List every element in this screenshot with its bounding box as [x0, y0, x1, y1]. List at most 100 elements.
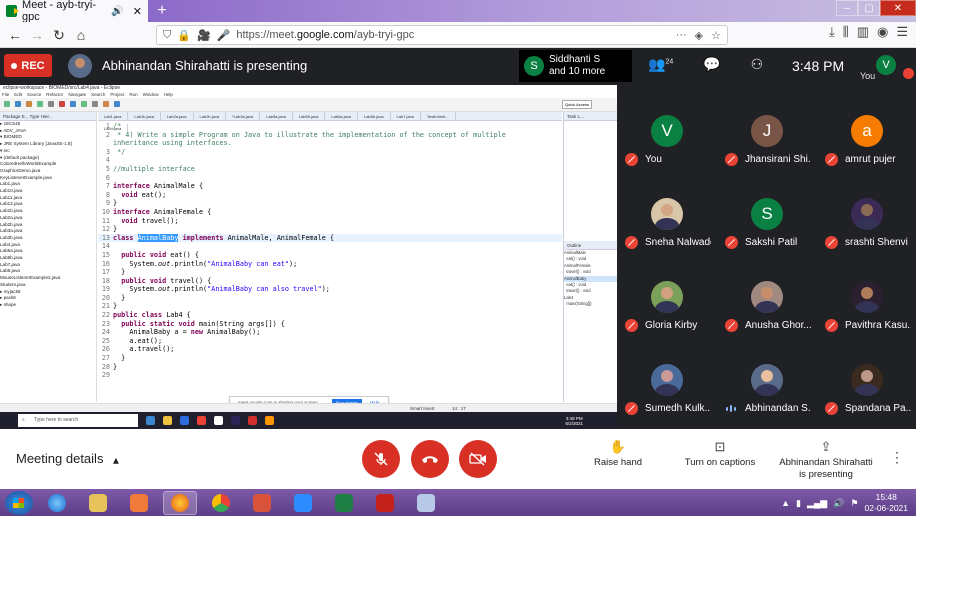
tray-arrow-icon[interactable]: ▲ — [781, 498, 790, 508]
browser-tab-bar: Meet - ayb-tryi-gpc 🔊 ✕ + – ▢ ✕ — [0, 0, 916, 23]
minimize-button[interactable]: – — [836, 0, 858, 16]
chat-icon[interactable]: 💬 — [703, 56, 720, 73]
taskbar-ie[interactable] — [40, 491, 74, 515]
taskbar-paint[interactable] — [409, 491, 443, 515]
taskbar-impress[interactable] — [245, 491, 279, 515]
taskbar-excel[interactable] — [327, 491, 361, 515]
participant-tile[interactable]: Gloria Kirby — [620, 268, 712, 348]
leave-call-button[interactable] — [411, 440, 449, 478]
speaker-icon[interactable]: 🔊 — [111, 6, 123, 17]
forward-icon[interactable]: → — [26, 24, 48, 46]
editor-tab: Lab1.java — [98, 112, 129, 120]
editor-tab: *Lab3a.java — [226, 112, 261, 120]
taskbar-chrome[interactable] — [204, 491, 238, 515]
mic-toggle-button[interactable] — [362, 440, 400, 478]
present-screen-icon: ⇪ — [820, 439, 832, 454]
back-icon[interactable]: ← — [4, 24, 26, 46]
taskbar-acrobat[interactable] — [368, 491, 402, 515]
menu-icon[interactable]: ☰ — [896, 24, 908, 40]
sidebar-icon[interactable]: ▥ — [857, 24, 869, 40]
mic-off-icon — [725, 153, 738, 166]
participant-name: Sakshi Patil — [745, 237, 798, 248]
tree-item: ▸ ADV_JAVA — [0, 127, 27, 133]
lock-icon[interactable]: 🔒 — [177, 29, 191, 42]
close-window-button[interactable]: ✕ — [880, 0, 916, 16]
pdf-icon — [376, 493, 394, 512]
shield-icon[interactable]: ⛉ — [163, 29, 171, 42]
taskbar-media[interactable] — [122, 491, 156, 515]
taskbar-explorer[interactable] — [81, 491, 115, 515]
page-actions-icon[interactable]: ··· — [676, 29, 687, 42]
activities-icon[interactable]: ⚇ — [751, 56, 764, 73]
mic-off-icon — [825, 236, 838, 249]
participant-tile[interactable]: J Jhansirani Shi... — [720, 102, 812, 182]
mic-permission-icon[interactable]: 🎤 — [217, 29, 231, 42]
chevron-up-icon: ▼ — [111, 455, 122, 466]
new-tab-button[interactable]: + — [152, 0, 172, 22]
tree-item: Lab3a.java — [0, 228, 23, 234]
firefox-icon — [265, 416, 274, 425]
bookmark-star-icon[interactable]: ☆ — [711, 29, 721, 42]
start-button[interactable] — [5, 490, 33, 515]
participant-tile[interactable]: Spandana Pa... — [820, 351, 912, 431]
address-bar[interactable]: ⛉ 🔒 🎥 🎤 https://meet.google.com/ayb-tryi… — [156, 25, 728, 45]
shared-screen: eclipse-workspace - BIOMED/src/Lab4.java… — [0, 85, 617, 429]
tree-item: GraphicsDemo.java — [0, 167, 41, 173]
participant-avatar: S — [751, 198, 783, 230]
folder-icon — [163, 416, 172, 425]
shared-clock: 3:48 PM 6/2/2021 — [565, 415, 583, 426]
presenting-button[interactable]: ⇪ Abhinandan Shirahatti is presenting — [778, 439, 874, 481]
participant-name: Spandana Pa... — [845, 403, 911, 414]
browser-nav-bar: ← → ↻ ⌂ ⛉ 🔒 🎥 🎤 https://meet.google.com/… — [0, 22, 916, 48]
participant-tile[interactable]: Abhinandan S... — [720, 351, 812, 431]
account-icon[interactable]: ◉ — [877, 24, 888, 40]
taskbar-firefox[interactable] — [163, 490, 197, 515]
close-tab-icon[interactable]: ✕ — [133, 5, 142, 18]
participant-tile[interactable]: Sumedh Kulk... — [620, 351, 712, 431]
maximize-button[interactable]: ▢ — [858, 0, 880, 16]
participant-tile[interactable]: Sneha Nalwade — [620, 185, 712, 265]
toolbar-icon — [15, 101, 21, 107]
meeting-details-button[interactable]: Meeting details ▼ — [16, 451, 121, 466]
more-options-icon[interactable]: ⋮ — [890, 449, 904, 466]
tray-clock[interactable]: 15:48 02-06-2021 — [865, 492, 908, 514]
toolbar-icon — [92, 101, 98, 107]
self-avatar: V — [876, 55, 896, 75]
library-icon[interactable]: ⫼ — [843, 24, 849, 40]
media-icon — [130, 493, 148, 512]
url-text[interactable]: https://meet.google.com/ayb-tryi-gpc — [236, 29, 414, 41]
participant-tile[interactable]: S Sakshi Patil — [720, 185, 812, 265]
download-icon[interactable]: ⤓ — [829, 24, 835, 40]
right-panels: Task L... Outline AnimalMale eat() : voi… — [563, 112, 617, 402]
taskbar-zoom[interactable] — [286, 491, 320, 515]
notification-flag-icon[interactable]: ⚑ — [850, 498, 858, 509]
tree-item: ▾ BIOMED — [0, 134, 22, 140]
presenter-avatar — [68, 54, 92, 78]
browser-tab[interactable]: Meet - ayb-tryi-gpc 🔊 ✕ — [0, 0, 148, 23]
editor-tab: Lab6b.java — [358, 112, 391, 120]
tree-item: Lab1b.java — [0, 208, 23, 214]
participant-tile[interactable]: Anusha Ghor... — [720, 268, 812, 348]
raise-hand-button[interactable]: ✋ Raise hand — [590, 440, 646, 469]
tree-item: ▸ shape — [0, 301, 17, 307]
camera-permission-icon[interactable]: 🎥 — [197, 29, 211, 42]
captions-button[interactable]: ⊡ Turn on captions — [680, 440, 760, 469]
participant-tile[interactable]: srashti Shenvi — [820, 185, 912, 265]
people-button[interactable]: 👥24 — [648, 56, 673, 73]
home-icon[interactable]: ⌂ — [70, 24, 92, 46]
participant-tile[interactable]: V You — [620, 102, 712, 182]
reload-icon[interactable]: ↻ — [48, 24, 70, 46]
eclipse-icon — [231, 416, 240, 425]
pocket-icon[interactable]: ◈ — [695, 29, 703, 42]
volume-icon[interactable]: 🔊 — [833, 498, 844, 509]
mic-off-icon — [625, 319, 638, 332]
mic-off-icon — [625, 402, 638, 415]
app-icon — [214, 416, 223, 425]
participant-avatar — [851, 281, 883, 313]
participant-tile[interactable]: Pavithra Kasu... — [820, 268, 912, 348]
signal-icon[interactable]: ▂▄▆ — [807, 498, 827, 509]
battery-icon[interactable]: ▮ — [796, 498, 801, 509]
participant-tile[interactable]: a amrut pujer — [820, 102, 912, 182]
eclipse-title: eclipse-workspace - BIOMED/src/Lab4.java… — [0, 85, 617, 92]
camera-toggle-button[interactable] — [459, 440, 497, 478]
